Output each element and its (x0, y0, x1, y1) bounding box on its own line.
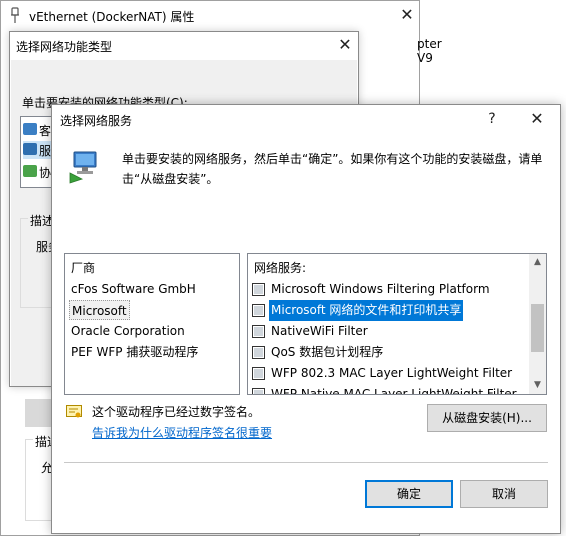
signed-status-text: 这个驱动程序已经过数字签名。 (92, 405, 261, 419)
list-item[interactable]: 客 (23, 121, 53, 139)
service-checkbox[interactable] (252, 346, 265, 359)
pin-icon (10, 7, 20, 25)
select-service-title: 选择网络服务 (60, 114, 133, 128)
service-label: WFP 802.3 MAC Layer LightWeight Filter (271, 366, 513, 380)
scrollbar-thumb[interactable] (531, 304, 544, 352)
scroll-up-icon[interactable]: ▲ (529, 254, 546, 271)
service-checkbox[interactable] (252, 325, 265, 338)
adapter-properties-titlebar: vEthernet (DockerNAT) 属性 ✕ (1, 1, 419, 31)
network-adapter-icon (23, 165, 37, 177)
feature-type-list[interactable]: 客 服 协 (20, 116, 54, 188)
select-service-titlebar: 选择网络服务 ? ✕ (52, 105, 560, 135)
manufacturer-item-selected[interactable]: Microsoft (69, 300, 130, 320)
feature-description-group (20, 218, 54, 308)
service-label: QoS 数据包计划程序 (271, 345, 384, 359)
scroll-down-icon[interactable]: ▼ (529, 377, 546, 394)
service-label: NativeWiFi Filter (271, 324, 368, 338)
manufacturer-list-header: 厂商 (71, 261, 96, 275)
list-item[interactable]: 协 (23, 163, 53, 181)
close-icon[interactable]: ✕ (523, 109, 551, 131)
feature-type-label: 服 (39, 144, 52, 158)
list-item[interactable]: 服 (23, 141, 53, 159)
select-service-dialog: 选择网络服务 ? ✕ 单击要安装的网络服务，然后单击“确定”。如果你有这个功能的… (51, 104, 561, 534)
service-list-scrollbar[interactable]: ▲ ▼ (529, 254, 546, 394)
feature-type-label: 客 (39, 124, 52, 138)
instruction-text: 单击要安装的网络服务，然后单击“确定”。如果你有这个功能的安装磁盘，请单击“从磁… (122, 152, 543, 186)
manufacturer-list[interactable]: 厂商 cFos Software GmbH Microsoft Oracle C… (64, 253, 240, 395)
service-list-header: 网络服务: (254, 261, 307, 275)
manufacturer-item[interactable]: Oracle Corporation (71, 321, 185, 341)
help-icon[interactable]: ? (478, 109, 506, 131)
service-checkbox[interactable] (252, 367, 265, 380)
select-feature-titlebar: 选择网络功能类型 ✕ (10, 32, 358, 60)
service-list[interactable]: 网络服务: Microsoft Windows Filtering Platfo… (247, 253, 547, 395)
close-icon[interactable]: ✕ (393, 5, 421, 27)
have-disk-button[interactable]: 从磁盘安装(H)... (427, 404, 547, 432)
manufacturer-item[interactable]: cFos Software GmbH (71, 279, 196, 299)
close-icon[interactable]: ✕ (331, 35, 359, 57)
ok-button[interactable]: 确定 (365, 480, 453, 508)
manufacturer-item[interactable]: PEF WFP 捕获驱动程序 (71, 342, 198, 362)
service-checkbox[interactable] (252, 283, 265, 296)
feature-type-label: 协 (39, 166, 52, 180)
certificate-icon (66, 405, 82, 419)
network-adapter-icon (23, 123, 37, 135)
service-label: Microsoft 网络的文件和打印机共享 (269, 300, 464, 321)
select-feature-title: 选择网络功能类型 (16, 40, 113, 54)
cancel-button[interactable]: 取消 (460, 480, 548, 508)
adapter-properties-title: vEthernet (DockerNAT) 属性 (29, 10, 195, 24)
network-service-icon (66, 149, 100, 185)
adapter-name-fragment: pter V9 (417, 37, 442, 65)
service-label: WFP Native MAC Layer LightWeight Filter (271, 387, 517, 395)
service-checkbox[interactable] (252, 388, 265, 394)
network-adapter-icon (23, 143, 37, 155)
dialog-separator (64, 462, 548, 463)
service-label: Microsoft Windows Filtering Platform (271, 282, 490, 296)
service-checkbox[interactable] (252, 304, 265, 317)
driver-signing-link[interactable]: 告诉我为什么驱动程序签名很重要 (92, 424, 272, 441)
